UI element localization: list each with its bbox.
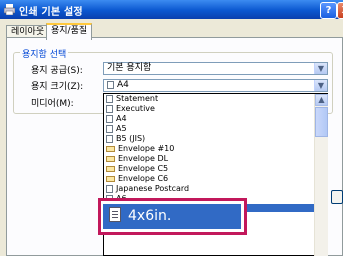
tab-paper-quality[interactable]: 용지/품질	[46, 23, 93, 40]
list-item[interactable]: Japanese Postcard	[106, 184, 189, 193]
list-item[interactable]: Envelope C5	[106, 164, 168, 173]
scroll-thumb[interactable]	[315, 107, 328, 137]
scroll-up-arrow-icon[interactable]: ▲	[315, 94, 328, 106]
group-label: 용지함 선택	[20, 47, 69, 60]
page-icon	[106, 184, 113, 193]
selected-option-label: 4x6in.	[128, 208, 172, 224]
close-button[interactable]: X	[337, 2, 343, 19]
media-label: 미디어(M):	[31, 99, 74, 109]
list-item[interactable]: Envelope #10	[106, 144, 174, 153]
paper-source-value: 기본 용지함	[107, 63, 152, 73]
zoom-callout: 4x6in.	[98, 198, 247, 235]
list-item[interactable]: Envelope DL	[106, 154, 168, 163]
print-preferences-window: 인쇄 기본 설정 ? X 레이아웃 용지/품질 용지함 선택 용지 공급(S):…	[0, 0, 343, 256]
page-icon	[106, 104, 113, 113]
paper-size-value: A4	[117, 80, 129, 90]
paper-size-select[interactable]: A4 ▼	[103, 79, 328, 92]
list-item[interactable]: A5	[106, 124, 127, 133]
envelope-icon	[106, 155, 115, 162]
window-title: 인쇄 기본 설정	[19, 7, 83, 18]
page-icon	[106, 124, 113, 133]
page-icon	[107, 80, 114, 89]
list-item[interactable]: B5 (JIS)	[106, 134, 145, 143]
list-item[interactable]: A4	[106, 114, 127, 123]
paper-source-select[interactable]: 기본 용지함 ▼	[103, 62, 328, 75]
chevron-down-icon[interactable]: ▼	[314, 63, 327, 74]
help-button[interactable]: ?	[320, 2, 337, 19]
envelope-icon	[106, 145, 115, 152]
dropdown-scrollbar[interactable]: ▲	[314, 94, 328, 256]
page-icon	[106, 134, 113, 143]
paper-size-label: 용지 크기(Z):	[31, 82, 84, 92]
page-icon	[109, 207, 121, 222]
page-icon	[106, 94, 113, 103]
paper-source-label: 용지 공급(S):	[31, 66, 83, 76]
printer-icon	[4, 4, 15, 15]
title-bar: 인쇄 기본 설정 ? X	[0, 0, 343, 19]
list-item[interactable]: Envelope C6	[106, 174, 168, 183]
page-icon	[106, 114, 113, 123]
list-item[interactable]: Statement	[106, 94, 158, 103]
list-item[interactable]: Executive	[106, 104, 155, 113]
selected-option[interactable]: 4x6in.	[103, 204, 241, 229]
envelope-icon	[106, 165, 115, 172]
envelope-icon	[106, 175, 115, 182]
side-button[interactable]	[331, 190, 343, 204]
chevron-down-icon[interactable]: ▼	[314, 80, 327, 91]
